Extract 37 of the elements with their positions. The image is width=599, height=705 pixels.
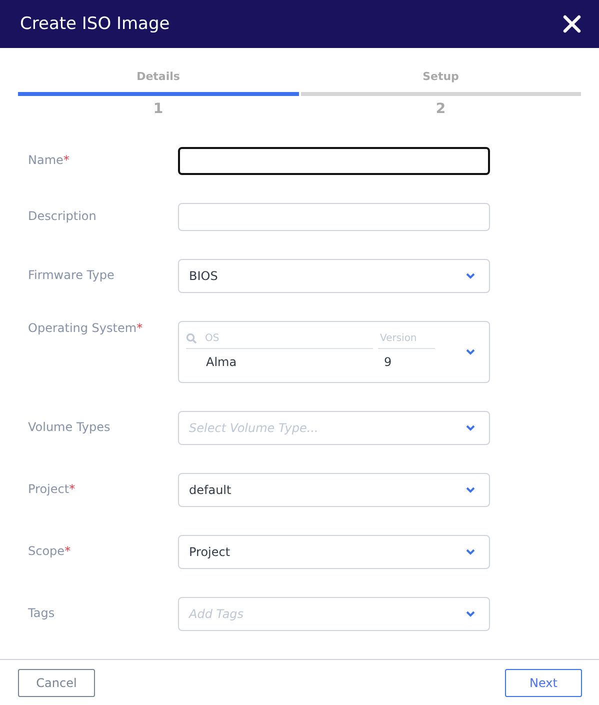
step-number: 2 [436,101,446,117]
chevron-down-icon [466,349,475,355]
chevron-down-icon [466,549,475,555]
select-dropdown[interactable]: Project [178,535,490,569]
step-number: 1 [153,101,164,117]
version-placeholder: Version [379,333,417,344]
chevron-down-icon [466,273,475,279]
search-icon [186,333,197,344]
select-value: Project [189,545,230,559]
os-select[interactable]: OS Alma Version 9 [178,321,490,383]
chevron-down-icon [466,487,475,493]
select-dropdown[interactable]: default [178,473,490,507]
field-label: Tags [28,605,56,620]
os-placeholder: OS [204,333,220,344]
next-button[interactable]: Next [505,668,582,696]
select-value: BIOS [189,269,218,283]
os-value: Alma [205,354,238,371]
field-label: Name* [28,152,70,167]
text-input[interactable] [178,147,490,175]
select-placeholder: Add Tags [189,607,244,621]
select-dropdown[interactable]: BIOS [178,259,490,293]
close-button[interactable] [561,13,583,35]
dialog-title: Create ISO Image [20,14,170,34]
step-label: Setup [422,70,459,85]
field-label: Project* [28,481,76,496]
field-label: Volume Types [28,419,112,434]
field-label: Firmware Type [28,267,116,282]
field-label: Description [28,208,98,223]
chevron-down-icon [466,611,475,617]
select-value: default [189,483,232,497]
field-label: Scope* [28,543,72,558]
step-label: Details [136,70,180,85]
cancel-button[interactable]: Cancel [18,668,95,696]
version-value: 9 [383,354,393,371]
chevron-down-icon [466,425,475,431]
field-label: Operating System* [28,321,144,335]
select-placeholder: Select Volume Type... [189,421,318,435]
